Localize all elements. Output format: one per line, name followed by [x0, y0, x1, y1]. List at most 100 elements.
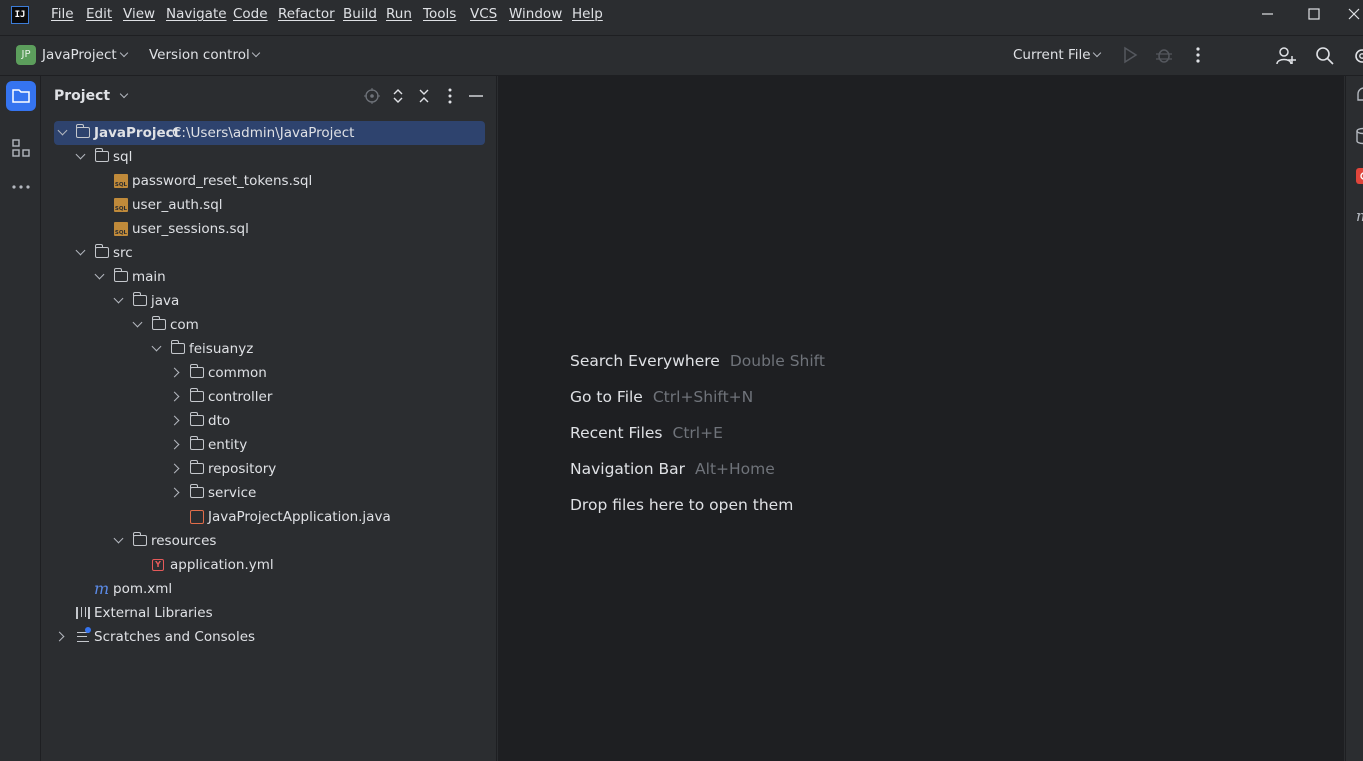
hint-action: Go to File — [570, 388, 643, 406]
hint-action: Recent Files — [570, 424, 663, 442]
structure-icon — [12, 139, 30, 157]
close-window-button[interactable] — [1337, 0, 1363, 30]
notifications-button[interactable] — [1354, 86, 1363, 106]
maven-tool-button[interactable]: m — [1354, 206, 1363, 226]
more-horizontal-icon — [12, 185, 30, 189]
folder-icon — [94, 148, 109, 162]
expand-all-button[interactable] — [389, 87, 407, 105]
menu-file[interactable]: File — [51, 6, 74, 22]
folder-icon — [132, 292, 147, 306]
menu-build[interactable]: Build — [343, 6, 377, 22]
hint-shortcut: Alt+Home — [695, 460, 775, 478]
version-control-selector[interactable]: Version control — [146, 36, 264, 74]
locate-file-button[interactable] — [363, 87, 381, 105]
project-badge: JP — [16, 45, 36, 65]
hint-recent-files: Recent Files Ctrl+E — [570, 424, 723, 442]
structure-tool-button[interactable] — [11, 138, 31, 158]
folder-icon — [113, 268, 128, 282]
code-with-me-button[interactable] — [1275, 45, 1297, 67]
run-button[interactable] — [1120, 45, 1140, 65]
folder-icon — [189, 364, 204, 378]
library-icon — [76, 607, 90, 619]
chevron-right-icon — [169, 367, 180, 378]
tree-label: common — [208, 365, 267, 381]
menu-edit[interactable]: Edit — [86, 6, 112, 22]
more-vertical-icon — [448, 88, 452, 104]
plugin-tool-button[interactable] — [1354, 166, 1363, 186]
search-everywhere-button[interactable] — [1314, 45, 1336, 67]
hint-action: Drop files here to open them — [570, 496, 794, 514]
minimize-icon — [1262, 13, 1273, 15]
menu-refactor[interactable]: Refactor — [278, 6, 335, 22]
editor-empty-area[interactable]: Search Everywhere Double Shift Go to File… — [498, 76, 1344, 761]
tree-label: entity — [208, 437, 248, 453]
add-user-icon — [1276, 47, 1296, 65]
folder-icon — [170, 340, 185, 354]
maximize-button[interactable] — [1291, 0, 1337, 30]
expand-arrow-icon — [57, 125, 68, 136]
hint-action: Navigation Bar — [570, 460, 686, 478]
tree-label: application.yml — [170, 557, 274, 573]
chevron-down-icon — [1092, 48, 1102, 58]
project-root-path: C:\Users\admin\JavaProject — [172, 125, 355, 141]
close-icon — [1348, 8, 1360, 20]
folder-icon — [132, 532, 147, 546]
yaml-file-icon: Y — [152, 559, 164, 571]
project-panel: Project JavaProject C:\Users\admin\JavaP… — [42, 76, 497, 761]
search-icon — [1316, 47, 1334, 65]
bell-icon — [1357, 87, 1363, 101]
hint-search-everywhere: Search Everywhere Double Shift — [570, 352, 825, 370]
expand-arrow-icon — [94, 269, 105, 280]
menu-tools[interactable]: Tools — [423, 6, 456, 22]
folder-icon — [94, 244, 109, 258]
hint-shortcut: Ctrl+E — [672, 424, 723, 442]
minimize-button[interactable] — [1245, 0, 1291, 30]
expand-arrow-icon — [113, 533, 124, 544]
collapse-all-icon — [419, 89, 429, 103]
expand-arrow-icon — [132, 317, 143, 328]
minimize-icon — [469, 95, 483, 97]
tree-row-project-root[interactable]: JavaProject C:\Users\admin\JavaProject — [54, 121, 485, 145]
run-config-label: Current File — [1013, 47, 1091, 63]
sql-file-icon: SQL — [114, 222, 128, 236]
hide-panel-button[interactable] — [467, 87, 485, 105]
menu-vcs[interactable]: VCS — [470, 6, 497, 22]
menu-view[interactable]: View — [123, 6, 155, 22]
panel-title: Project — [54, 88, 111, 104]
more-tools-button[interactable] — [11, 177, 31, 197]
database-button[interactable] — [1354, 126, 1363, 146]
more-actions-button[interactable] — [1188, 45, 1208, 65]
java-class-icon — [190, 510, 204, 524]
menu-code[interactable]: Code — [233, 6, 268, 22]
panel-title-dropdown[interactable]: Project — [54, 88, 129, 104]
chevron-right-icon — [169, 391, 180, 402]
tree-label: Scratches and Consoles — [94, 629, 256, 645]
chevron-down-icon — [119, 89, 129, 99]
settings-button[interactable] — [1352, 45, 1363, 67]
menu-navigate[interactable]: Navigate — [166, 6, 227, 22]
project-selector[interactable]: JP JavaProject — [10, 36, 134, 74]
module-folder-icon — [75, 124, 90, 138]
menu-window[interactable]: Window — [509, 6, 562, 22]
collapse-all-button[interactable] — [415, 87, 433, 105]
tree-label: com — [170, 317, 199, 333]
intellij-logo-icon[interactable]: IJ — [11, 6, 29, 24]
panel-options-button[interactable] — [441, 87, 459, 105]
hint-action: Search Everywhere — [570, 352, 720, 370]
tree-label: java — [151, 293, 180, 309]
menu-help[interactable]: Help — [572, 6, 603, 22]
menu-bar: IJ File Edit View Navigate Code Refactor… — [0, 0, 1363, 30]
tree-label: resources — [151, 533, 217, 549]
menu-run[interactable]: Run — [386, 6, 412, 22]
left-tool-strip — [0, 76, 41, 761]
sql-file-icon: SQL — [114, 198, 128, 212]
tree-label: sql — [113, 149, 133, 165]
run-config-selector[interactable]: Current File — [1008, 36, 1106, 74]
folder-icon — [151, 316, 166, 330]
expand-all-icon — [393, 89, 403, 103]
project-tool-button[interactable] — [6, 81, 36, 111]
folder-icon — [189, 412, 204, 426]
debug-button[interactable] — [1154, 45, 1174, 65]
gear-icon — [1355, 49, 1363, 63]
tree-label: controller — [208, 389, 273, 405]
